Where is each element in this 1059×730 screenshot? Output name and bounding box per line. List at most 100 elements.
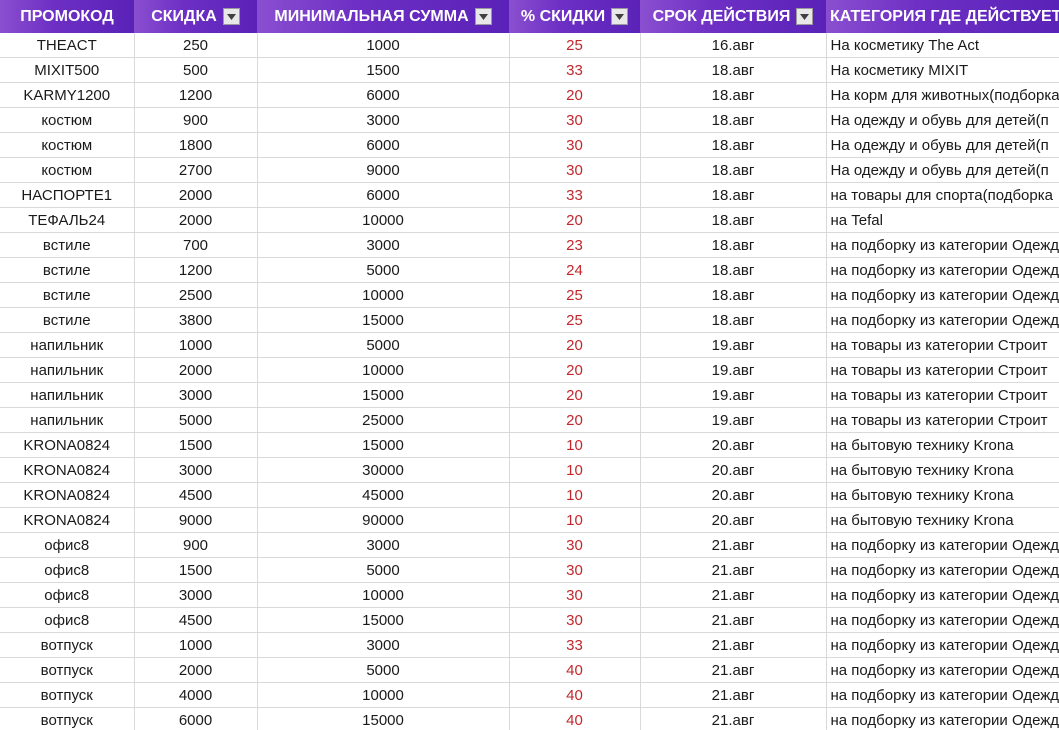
discount-cell[interactable]: 1000 <box>134 332 258 358</box>
discount-percent-cell[interactable]: 20 <box>509 357 641 383</box>
category-cell[interactable]: На косметику The Act <box>826 33 1059 58</box>
expiry-cell[interactable]: 21.авг <box>640 607 827 633</box>
discount-cell[interactable]: 2000 <box>134 657 258 683</box>
category-cell[interactable]: на бытовую технику Krona <box>826 482 1059 508</box>
category-cell[interactable]: на товары из категории Строит <box>826 332 1059 358</box>
discount-cell[interactable]: 2000 <box>134 357 258 383</box>
expiry-cell[interactable]: 16.авг <box>640 33 827 58</box>
promo-code-cell[interactable]: напильник <box>0 407 135 433</box>
expiry-cell[interactable]: 18.авг <box>640 282 827 308</box>
expiry-cell[interactable]: 19.авг <box>640 332 827 358</box>
min-sum-cell[interactable]: 6000 <box>257 182 510 208</box>
category-cell[interactable]: На одежду и обувь для детей(п <box>826 157 1059 183</box>
min-sum-cell[interactable]: 5000 <box>257 257 510 283</box>
expiry-cell[interactable]: 18.авг <box>640 132 827 158</box>
discount-percent-cell[interactable]: 30 <box>509 532 641 558</box>
discount-cell[interactable]: 4000 <box>134 682 258 708</box>
category-cell[interactable]: на бытовую технику Krona <box>826 457 1059 483</box>
discount-percent-cell[interactable]: 33 <box>509 632 641 658</box>
min-sum-cell[interactable]: 25000 <box>257 407 510 433</box>
category-cell[interactable]: на подборку из категории Одежда <box>826 707 1059 730</box>
expiry-cell[interactable]: 19.авг <box>640 382 827 408</box>
min-sum-cell[interactable]: 15000 <box>257 307 510 333</box>
category-cell[interactable]: на бытовую технику Krona <box>826 507 1059 533</box>
expiry-cell[interactable]: 18.авг <box>640 82 827 108</box>
min-sum-cell[interactable]: 10000 <box>257 207 510 233</box>
category-cell[interactable]: На одежду и обувь для детей(п <box>826 132 1059 158</box>
promo-code-cell[interactable]: НАСПОРТЕ1 <box>0 182 135 208</box>
expiry-cell[interactable]: 21.авг <box>640 557 827 583</box>
category-cell[interactable]: на подборку из категории Одежда <box>826 282 1059 308</box>
promo-code-cell[interactable]: KRONA0824 <box>0 457 135 483</box>
discount-cell[interactable]: 3800 <box>134 307 258 333</box>
min-sum-cell[interactable]: 9000 <box>257 157 510 183</box>
discount-cell[interactable]: 5000 <box>134 407 258 433</box>
min-sum-cell[interactable]: 5000 <box>257 557 510 583</box>
promo-code-cell[interactable]: напильник <box>0 382 135 408</box>
promo-code-cell[interactable]: костюм <box>0 107 135 133</box>
discount-percent-cell[interactable]: 30 <box>509 582 641 608</box>
discount-percent-cell[interactable]: 10 <box>509 482 641 508</box>
discount-cell[interactable]: 250 <box>134 33 258 58</box>
discount-cell[interactable]: 2000 <box>134 182 258 208</box>
expiry-cell[interactable]: 20.авг <box>640 457 827 483</box>
promo-code-cell[interactable]: KRONA0824 <box>0 507 135 533</box>
expiry-cell[interactable]: 21.авг <box>640 532 827 558</box>
discount-percent-cell[interactable]: 10 <box>509 507 641 533</box>
min-sum-cell[interactable]: 10000 <box>257 357 510 383</box>
discount-cell[interactable]: 2500 <box>134 282 258 308</box>
discount-percent-cell[interactable]: 25 <box>509 307 641 333</box>
expiry-cell[interactable]: 18.авг <box>640 182 827 208</box>
discount-percent-cell[interactable]: 20 <box>509 407 641 433</box>
filter-dropdown-icon[interactable] <box>474 8 492 25</box>
promo-code-cell[interactable]: вотпуск <box>0 657 135 683</box>
min-sum-cell[interactable]: 15000 <box>257 707 510 730</box>
discount-cell[interactable]: 500 <box>134 57 258 83</box>
promo-code-cell[interactable]: вотпуск <box>0 707 135 730</box>
promo-code-cell[interactable]: KARMY1200 <box>0 82 135 108</box>
promo-code-cell[interactable]: напильник <box>0 332 135 358</box>
category-cell[interactable]: на товары из категории Строит <box>826 382 1059 408</box>
discount-percent-cell[interactable]: 30 <box>509 132 641 158</box>
discount-percent-cell[interactable]: 10 <box>509 432 641 458</box>
discount-cell[interactable]: 2000 <box>134 207 258 233</box>
min-sum-cell[interactable]: 6000 <box>257 82 510 108</box>
min-sum-cell[interactable]: 3000 <box>257 107 510 133</box>
discount-percent-cell[interactable]: 30 <box>509 557 641 583</box>
promo-code-cell[interactable]: THEACT <box>0 33 135 58</box>
expiry-cell[interactable]: 21.авг <box>640 707 827 730</box>
min-sum-cell[interactable]: 15000 <box>257 607 510 633</box>
discount-cell[interactable]: 4500 <box>134 482 258 508</box>
promo-code-cell[interactable]: напильник <box>0 357 135 383</box>
min-sum-cell[interactable]: 6000 <box>257 132 510 158</box>
filter-dropdown-icon[interactable] <box>796 8 814 25</box>
promo-code-cell[interactable]: встиле <box>0 232 135 258</box>
category-cell[interactable]: на товары из категории Строит <box>826 407 1059 433</box>
discount-cell[interactable]: 1500 <box>134 557 258 583</box>
discount-percent-cell[interactable]: 20 <box>509 82 641 108</box>
category-cell[interactable]: на подборку из категории Одежда <box>826 257 1059 283</box>
min-sum-cell[interactable]: 5000 <box>257 332 510 358</box>
discount-cell[interactable]: 2700 <box>134 157 258 183</box>
expiry-cell[interactable]: 21.авг <box>640 582 827 608</box>
discount-percent-cell[interactable]: 30 <box>509 607 641 633</box>
discount-percent-cell[interactable]: 23 <box>509 232 641 258</box>
discount-percent-cell[interactable]: 30 <box>509 107 641 133</box>
discount-cell[interactable]: 700 <box>134 232 258 258</box>
min-sum-cell[interactable]: 5000 <box>257 657 510 683</box>
category-cell[interactable]: На косметику MIXIT <box>826 57 1059 83</box>
discount-cell[interactable]: 900 <box>134 532 258 558</box>
expiry-cell[interactable]: 20.авг <box>640 432 827 458</box>
min-sum-cell[interactable]: 10000 <box>257 582 510 608</box>
promo-code-cell[interactable]: вотпуск <box>0 682 135 708</box>
filter-dropdown-icon[interactable] <box>222 8 240 25</box>
category-cell[interactable]: на бытовую технику Krona <box>826 432 1059 458</box>
discount-percent-cell[interactable]: 20 <box>509 332 641 358</box>
filter-dropdown-icon[interactable] <box>611 8 629 25</box>
promo-code-cell[interactable]: ТЕФАЛЬ24 <box>0 207 135 233</box>
promo-code-cell[interactable]: вотпуск <box>0 632 135 658</box>
promo-code-cell[interactable]: KRONA0824 <box>0 482 135 508</box>
discount-cell[interactable]: 3000 <box>134 582 258 608</box>
category-cell[interactable]: На корм для животных(подборка <box>826 82 1059 108</box>
category-cell[interactable]: на подборку из категории Одежда <box>826 657 1059 683</box>
